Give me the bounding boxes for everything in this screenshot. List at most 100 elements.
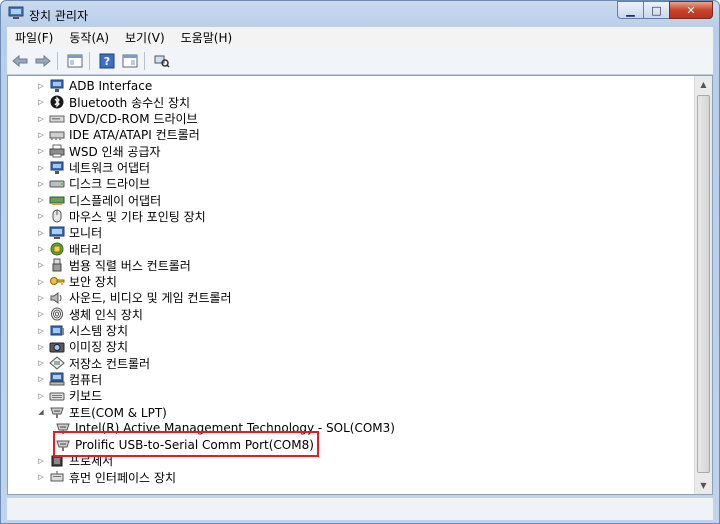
minimize-button[interactable]: ▁ [617,1,643,19]
device-tree-category[interactable]: ▷ 이미징 장치 [36,339,128,355]
device-tree-category[interactable]: ▷ 네트워크 어댑터 [36,160,150,176]
adb-icon [49,79,65,93]
scan-hardware-button[interactable] [152,51,172,71]
device-tree-category[interactable]: ▷ 마우스 및 기타 포인팅 장치 [36,208,206,224]
device-tree-category[interactable]: ▷ 생체 인식 장치 [36,306,143,322]
collapsed-triangle-icon[interactable]: ▷ [36,339,46,355]
help-button[interactable]: ? [97,51,117,71]
port-icon [49,405,65,419]
collapsed-triangle-icon[interactable]: ▷ [36,388,46,404]
collapsed-triangle-icon[interactable]: ▷ [36,208,46,224]
device-tree-item-label: Bluetooth 송수신 장치 [69,95,191,110]
properties-button[interactable] [120,51,140,71]
collapsed-triangle-icon[interactable]: ▷ [36,78,46,94]
disk-drive-icon [49,177,65,191]
collapsed-triangle-icon[interactable]: ▷ [36,127,46,143]
scroll-up-icon: ▲ [700,80,707,89]
show-hide-console-tree-button[interactable] [65,51,85,71]
scroll-down-arrow[interactable]: ▼ [695,477,712,494]
device-tree-item-label: ADB Interface [69,79,153,93]
device-tree-category[interactable]: ▷ 모니터 [36,225,102,241]
forward-arrow-icon [35,54,51,67]
collapsed-triangle-icon[interactable]: ▷ [36,290,46,306]
toolbar-separator [144,51,145,70]
device-tree-item-label: 배터리 [69,242,103,257]
title-bar[interactable]: 장치 관리자 ▁ □ ✕ [1,1,719,27]
device-tree-category[interactable]: ▷ IDE ATA/ATAPI 컨트롤러 [36,127,200,143]
back-arrow-icon [12,54,28,67]
annotation-highlight-box [53,431,319,457]
menu-action[interactable]: 동작(A) [61,29,117,46]
device-tree-category[interactable]: ▷ 휴먼 인터페이스 장치 [36,469,176,485]
collapsed-triangle-icon[interactable]: ▷ [36,241,46,257]
menu-help[interactable]: 도움말(H) [173,29,241,46]
device-tree-category[interactable]: ▷ 디스플레이 어댑터 [36,192,161,208]
device-tree-category[interactable]: ▷ 컴퓨터 [36,371,102,387]
device-tree-category[interactable]: ▷ ADB Interface [36,78,152,94]
device-tree-category[interactable]: ▷ WSD 인쇄 공급자 [36,143,161,159]
device-tree-item-label: 네트워크 어댑터 [69,161,151,175]
device-manager-app-icon [8,6,24,20]
mouse-icon [49,209,65,223]
scrollbar-thumb[interactable] [697,95,710,473]
device-tree-item-label: 저장소 컨트롤러 [69,356,151,371]
back-button[interactable] [10,51,30,71]
expanded-triangle-icon[interactable]: ◢ [36,404,46,420]
menu-bar: 파일(F) 동작(A) 보기(V) 도움말(H) [7,27,713,47]
collapsed-triangle-icon[interactable]: ▷ [36,192,46,208]
device-tree-item-label: IDE ATA/ATAPI 컨트롤러 [69,128,200,143]
menu-file[interactable]: 파일(F) [7,29,61,46]
collapsed-triangle-icon[interactable]: ▷ [36,469,46,485]
forward-button[interactable] [33,51,53,71]
toolbar: ? [7,47,713,75]
disc-drive-icon [49,112,65,126]
device-tree-item-label: 컴퓨터 [69,372,103,387]
maximize-icon: □ [651,3,662,17]
device-tree-category[interactable]: ▷ 저장소 컨트롤러 [36,355,150,371]
close-button[interactable]: ✕ [669,1,713,19]
collapsed-triangle-icon[interactable]: ▷ [36,94,46,110]
maximize-button[interactable]: □ [643,1,669,19]
device-tree-item-label: 디스크 드라이브 [69,177,151,192]
bluetooth-icon [49,95,65,109]
device-tree-category[interactable]: ▷ 시스템 장치 [36,323,128,339]
device-manager-window: 장치 관리자 ▁ □ ✕ 파일(F) 동작(A) 보기(V) 도움말(H) ? [0,0,720,524]
collapsed-triangle-icon[interactable]: ▷ [36,371,46,387]
collapsed-triangle-icon[interactable]: ▷ [36,176,46,192]
device-tree-item-label: 생체 인식 장치 [69,307,143,322]
device-tree-category[interactable]: ▷ 디스크 드라이브 [36,176,150,192]
device-tree-category[interactable]: ▷ 보안 장치 [36,274,117,290]
window-title: 장치 관리자 [29,9,89,23]
collapsed-triangle-icon[interactable]: ▷ [36,257,46,273]
collapsed-triangle-icon[interactable]: ▷ [36,160,46,176]
device-tree-category[interactable]: ▷ DVD/CD-ROM 드라이브 [36,111,197,127]
vertical-scrollbar[interactable]: ▲ ▼ [694,76,712,494]
collapsed-triangle-icon[interactable]: ▷ [36,143,46,159]
collapsed-triangle-icon[interactable]: ▷ [36,355,46,371]
device-tree-category[interactable]: ◢ 포트(COM & LPT) [36,404,167,420]
device-tree-item-label: 모니터 [69,226,103,241]
collapsed-triangle-icon[interactable]: ▷ [36,306,46,322]
collapsed-triangle-icon[interactable]: ▷ [36,225,46,241]
status-bar [7,497,713,520]
properties-icon [122,54,138,67]
key-icon [49,275,65,289]
device-tree-category[interactable]: ▷ 키보드 [36,388,102,404]
device-tree-item-label: 범용 직렬 버스 컨트롤러 [69,258,191,273]
device-tree-category[interactable]: ▷ 배터리 [36,241,102,257]
collapsed-triangle-icon[interactable]: ▷ [36,111,46,127]
scan-hardware-icon [154,55,170,68]
collapsed-triangle-icon[interactable]: ▷ [36,453,46,469]
device-tree-category[interactable]: ▷ 사운드, 비디오 및 게임 컨트롤러 [36,290,232,306]
battery-icon [49,242,65,256]
scroll-up-arrow[interactable]: ▲ [695,76,712,93]
device-tree-item-label: 사운드, 비디오 및 게임 컨트롤러 [69,291,232,306]
collapsed-triangle-icon[interactable]: ▷ [36,274,46,290]
collapsed-triangle-icon[interactable]: ▷ [36,323,46,339]
device-tree-item-label: 디스플레이 어댑터 [69,193,162,208]
device-tree-item-label: 포트(COM & LPT) [69,405,167,420]
display-adapter-icon [49,193,65,207]
menu-view[interactable]: 보기(V) [117,29,173,46]
device-tree-category[interactable]: ▷ 범용 직렬 버스 컨트롤러 [36,257,191,273]
device-tree-category[interactable]: ▷ Bluetooth 송수신 장치 [36,94,190,110]
